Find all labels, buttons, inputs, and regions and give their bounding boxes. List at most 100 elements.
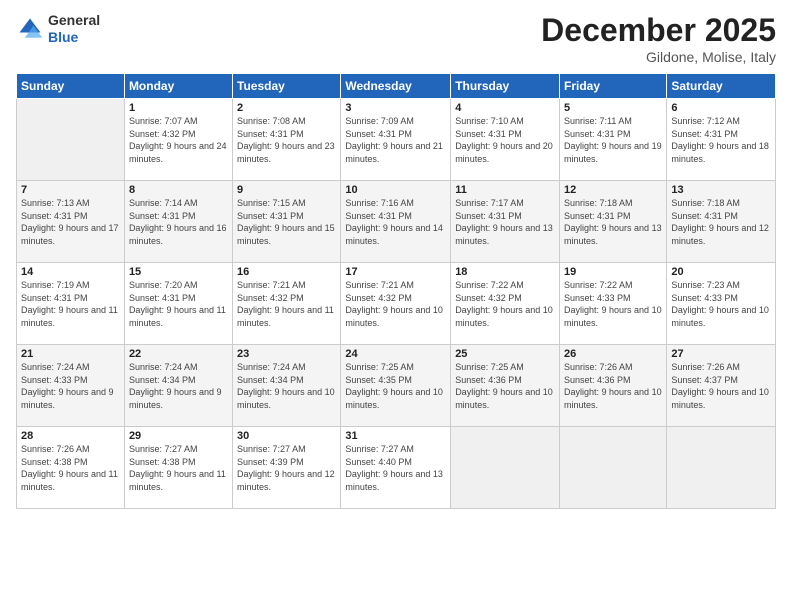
day-number: 19 xyxy=(564,266,662,278)
day-number: 10 xyxy=(345,184,446,196)
day-number: 27 xyxy=(671,348,771,360)
day-info: Sunrise: 7:27 AMSunset: 4:39 PMDaylight:… xyxy=(237,443,336,493)
day-number: 30 xyxy=(237,430,336,442)
day-info: Sunrise: 7:27 AMSunset: 4:38 PMDaylight:… xyxy=(129,443,228,493)
day-info: Sunrise: 7:24 AMSunset: 4:34 PMDaylight:… xyxy=(237,361,336,411)
calendar-cell: 25Sunrise: 7:25 AMSunset: 4:36 PMDayligh… xyxy=(451,345,560,427)
day-number: 24 xyxy=(345,348,446,360)
day-info: Sunrise: 7:24 AMSunset: 4:33 PMDaylight:… xyxy=(21,361,120,411)
day-info: Sunrise: 7:16 AMSunset: 4:31 PMDaylight:… xyxy=(345,197,446,247)
calendar-header-row: SundayMondayTuesdayWednesdayThursdayFrid… xyxy=(17,74,776,99)
day-info: Sunrise: 7:26 AMSunset: 4:38 PMDaylight:… xyxy=(21,443,120,493)
day-number: 2 xyxy=(237,102,336,114)
calendar-day-header: Monday xyxy=(124,74,232,99)
day-number: 7 xyxy=(21,184,120,196)
day-number: 3 xyxy=(345,102,446,114)
day-info: Sunrise: 7:22 AMSunset: 4:33 PMDaylight:… xyxy=(564,279,662,329)
calendar-cell: 8Sunrise: 7:14 AMSunset: 4:31 PMDaylight… xyxy=(124,181,232,263)
calendar-cell xyxy=(451,427,560,509)
calendar-day-header: Thursday xyxy=(451,74,560,99)
day-info: Sunrise: 7:08 AMSunset: 4:31 PMDaylight:… xyxy=(237,115,336,165)
calendar-week-row: 1Sunrise: 7:07 AMSunset: 4:32 PMDaylight… xyxy=(17,99,776,181)
calendar-cell: 13Sunrise: 7:18 AMSunset: 4:31 PMDayligh… xyxy=(667,181,776,263)
day-info: Sunrise: 7:27 AMSunset: 4:40 PMDaylight:… xyxy=(345,443,446,493)
calendar-cell: 1Sunrise: 7:07 AMSunset: 4:32 PMDaylight… xyxy=(124,99,232,181)
day-info: Sunrise: 7:19 AMSunset: 4:31 PMDaylight:… xyxy=(21,279,120,329)
day-info: Sunrise: 7:10 AMSunset: 4:31 PMDaylight:… xyxy=(455,115,555,165)
calendar-cell: 6Sunrise: 7:12 AMSunset: 4:31 PMDaylight… xyxy=(667,99,776,181)
day-number: 12 xyxy=(564,184,662,196)
day-info: Sunrise: 7:17 AMSunset: 4:31 PMDaylight:… xyxy=(455,197,555,247)
day-number: 16 xyxy=(237,266,336,278)
day-number: 4 xyxy=(455,102,555,114)
day-info: Sunrise: 7:25 AMSunset: 4:36 PMDaylight:… xyxy=(455,361,555,411)
calendar-week-row: 14Sunrise: 7:19 AMSunset: 4:31 PMDayligh… xyxy=(17,263,776,345)
day-number: 5 xyxy=(564,102,662,114)
logo: General Blue xyxy=(16,12,100,46)
day-number: 21 xyxy=(21,348,120,360)
calendar-cell: 3Sunrise: 7:09 AMSunset: 4:31 PMDaylight… xyxy=(341,99,451,181)
calendar-cell: 5Sunrise: 7:11 AMSunset: 4:31 PMDaylight… xyxy=(560,99,667,181)
day-number: 22 xyxy=(129,348,228,360)
calendar-week-row: 21Sunrise: 7:24 AMSunset: 4:33 PMDayligh… xyxy=(17,345,776,427)
day-info: Sunrise: 7:12 AMSunset: 4:31 PMDaylight:… xyxy=(671,115,771,165)
logo-blue: Blue xyxy=(48,29,78,45)
day-info: Sunrise: 7:22 AMSunset: 4:32 PMDaylight:… xyxy=(455,279,555,329)
title-block: December 2025 Gildone, Molise, Italy xyxy=(541,12,776,65)
calendar-cell: 29Sunrise: 7:27 AMSunset: 4:38 PMDayligh… xyxy=(124,427,232,509)
calendar-day-header: Saturday xyxy=(667,74,776,99)
logo-text: General Blue xyxy=(48,12,100,46)
calendar-cell: 20Sunrise: 7:23 AMSunset: 4:33 PMDayligh… xyxy=(667,263,776,345)
calendar-cell: 2Sunrise: 7:08 AMSunset: 4:31 PMDaylight… xyxy=(233,99,341,181)
day-number: 9 xyxy=(237,184,336,196)
day-info: Sunrise: 7:24 AMSunset: 4:34 PMDaylight:… xyxy=(129,361,228,411)
calendar-cell: 18Sunrise: 7:22 AMSunset: 4:32 PMDayligh… xyxy=(451,263,560,345)
calendar-cell xyxy=(17,99,125,181)
calendar-cell: 7Sunrise: 7:13 AMSunset: 4:31 PMDaylight… xyxy=(17,181,125,263)
day-info: Sunrise: 7:18 AMSunset: 4:31 PMDaylight:… xyxy=(564,197,662,247)
calendar-cell: 26Sunrise: 7:26 AMSunset: 4:36 PMDayligh… xyxy=(560,345,667,427)
calendar-cell: 23Sunrise: 7:24 AMSunset: 4:34 PMDayligh… xyxy=(233,345,341,427)
calendar-day-header: Friday xyxy=(560,74,667,99)
day-info: Sunrise: 7:15 AMSunset: 4:31 PMDaylight:… xyxy=(237,197,336,247)
day-number: 11 xyxy=(455,184,555,196)
calendar-cell: 12Sunrise: 7:18 AMSunset: 4:31 PMDayligh… xyxy=(560,181,667,263)
day-info: Sunrise: 7:21 AMSunset: 4:32 PMDaylight:… xyxy=(345,279,446,329)
calendar-cell xyxy=(560,427,667,509)
calendar-cell: 30Sunrise: 7:27 AMSunset: 4:39 PMDayligh… xyxy=(233,427,341,509)
day-info: Sunrise: 7:18 AMSunset: 4:31 PMDaylight:… xyxy=(671,197,771,247)
day-number: 17 xyxy=(345,266,446,278)
calendar-cell: 24Sunrise: 7:25 AMSunset: 4:35 PMDayligh… xyxy=(341,345,451,427)
month-title: December 2025 xyxy=(541,12,776,49)
calendar-cell: 9Sunrise: 7:15 AMSunset: 4:31 PMDaylight… xyxy=(233,181,341,263)
calendar-cell: 10Sunrise: 7:16 AMSunset: 4:31 PMDayligh… xyxy=(341,181,451,263)
calendar-cell: 22Sunrise: 7:24 AMSunset: 4:34 PMDayligh… xyxy=(124,345,232,427)
logo-icon xyxy=(16,15,44,43)
day-info: Sunrise: 7:07 AMSunset: 4:32 PMDaylight:… xyxy=(129,115,228,165)
calendar-cell: 28Sunrise: 7:26 AMSunset: 4:38 PMDayligh… xyxy=(17,427,125,509)
day-number: 13 xyxy=(671,184,771,196)
page: General Blue December 2025 Gildone, Moli… xyxy=(0,0,792,612)
calendar-cell: 11Sunrise: 7:17 AMSunset: 4:31 PMDayligh… xyxy=(451,181,560,263)
calendar-week-row: 7Sunrise: 7:13 AMSunset: 4:31 PMDaylight… xyxy=(17,181,776,263)
day-info: Sunrise: 7:21 AMSunset: 4:32 PMDaylight:… xyxy=(237,279,336,329)
calendar-cell: 14Sunrise: 7:19 AMSunset: 4:31 PMDayligh… xyxy=(17,263,125,345)
day-info: Sunrise: 7:26 AMSunset: 4:36 PMDaylight:… xyxy=(564,361,662,411)
subtitle: Gildone, Molise, Italy xyxy=(541,49,776,65)
day-info: Sunrise: 7:20 AMSunset: 4:31 PMDaylight:… xyxy=(129,279,228,329)
day-number: 18 xyxy=(455,266,555,278)
day-info: Sunrise: 7:26 AMSunset: 4:37 PMDaylight:… xyxy=(671,361,771,411)
day-number: 1 xyxy=(129,102,228,114)
calendar-cell: 19Sunrise: 7:22 AMSunset: 4:33 PMDayligh… xyxy=(560,263,667,345)
calendar-cell: 21Sunrise: 7:24 AMSunset: 4:33 PMDayligh… xyxy=(17,345,125,427)
day-number: 8 xyxy=(129,184,228,196)
calendar-cell: 15Sunrise: 7:20 AMSunset: 4:31 PMDayligh… xyxy=(124,263,232,345)
calendar-cell: 31Sunrise: 7:27 AMSunset: 4:40 PMDayligh… xyxy=(341,427,451,509)
logo-general: General xyxy=(48,12,100,28)
day-info: Sunrise: 7:23 AMSunset: 4:33 PMDaylight:… xyxy=(671,279,771,329)
calendar-table: SundayMondayTuesdayWednesdayThursdayFrid… xyxy=(16,73,776,509)
day-info: Sunrise: 7:11 AMSunset: 4:31 PMDaylight:… xyxy=(564,115,662,165)
day-info: Sunrise: 7:25 AMSunset: 4:35 PMDaylight:… xyxy=(345,361,446,411)
day-number: 31 xyxy=(345,430,446,442)
day-info: Sunrise: 7:14 AMSunset: 4:31 PMDaylight:… xyxy=(129,197,228,247)
